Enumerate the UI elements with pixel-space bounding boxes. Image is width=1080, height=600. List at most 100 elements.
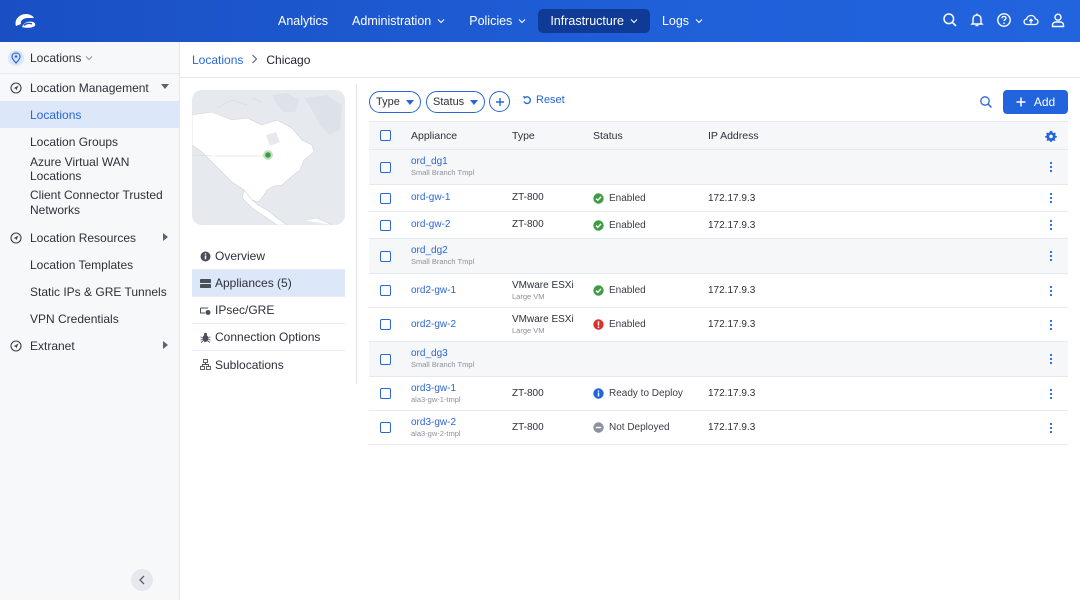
nav-logs[interactable]: Logs xyxy=(650,9,715,33)
tunnel-icon xyxy=(200,307,211,315)
row-checkbox[interactable] xyxy=(380,319,391,330)
status-text: Ready to Deploy xyxy=(609,388,683,399)
appliance-name-link[interactable]: ord3-gw-2 xyxy=(411,417,461,429)
nav-infrastructure[interactable]: Infrastructure xyxy=(538,9,650,33)
column-header-ip-address[interactable]: IP Address xyxy=(708,130,759,142)
reset-label: Reset xyxy=(536,94,565,106)
status-cell: Enabled xyxy=(593,193,646,204)
sidebar-header-locations[interactable]: Locations xyxy=(0,42,179,74)
subnav-label: Sublocations xyxy=(215,357,284,372)
more-options-icon[interactable] xyxy=(1046,353,1056,365)
collapse-sidebar-button[interactable] xyxy=(131,569,153,591)
row-checkbox[interactable] xyxy=(380,192,391,204)
bell-icon[interactable] xyxy=(969,12,985,28)
appliance-name-link[interactable]: ord-gw-2 xyxy=(411,219,450,231)
select-all-checkbox[interactable] xyxy=(380,130,391,141)
group-name-link[interactable]: ord_dg1 xyxy=(411,156,474,168)
row-checkbox[interactable] xyxy=(380,422,391,433)
search-icon[interactable] xyxy=(979,95,993,109)
group-template: Small Branch Tmpl xyxy=(411,168,475,177)
info-icon xyxy=(200,251,211,261)
navigation-compass-icon xyxy=(10,81,22,94)
status-cell: Enabled xyxy=(593,220,646,231)
nav-administration[interactable]: Administration xyxy=(340,9,457,33)
more-options-icon[interactable] xyxy=(1046,192,1056,204)
appliance-type: VMware ESXi xyxy=(512,313,574,325)
group-template: Small Branch Tmpl xyxy=(411,360,475,369)
help-icon[interactable] xyxy=(996,12,1012,28)
breadcrumb-locations-link[interactable]: Locations xyxy=(192,53,243,67)
more-options-icon[interactable] xyxy=(1046,319,1056,331)
subnav-overview[interactable]: Overview xyxy=(192,243,345,270)
info-circle-icon xyxy=(593,388,604,399)
appliance-cell: ord-gw-2 xyxy=(411,219,450,231)
add-filter-button[interactable] xyxy=(489,91,510,112)
group-name-link[interactable]: ord_dg3 xyxy=(411,348,474,360)
table-row: ord-gw-2 ZT-800 Enabled 172.17.9.3 xyxy=(369,212,1068,239)
ip-address: 172.17.9.3 xyxy=(708,192,756,204)
more-options-icon[interactable] xyxy=(1046,388,1056,400)
ip-address: 172.17.9.3 xyxy=(708,219,756,231)
sidebar-group-location-resources[interactable]: Location Resources xyxy=(0,224,179,251)
subnav-sublocations[interactable]: Sublocations xyxy=(192,351,345,378)
sidebar-item-vpn-credentials[interactable]: VPN Credentials xyxy=(0,305,179,332)
row-checkbox[interactable] xyxy=(380,353,391,365)
row-checkbox[interactable] xyxy=(380,161,391,173)
reset-filters-button[interactable]: Reset xyxy=(522,94,565,106)
subnav-connection-options[interactable]: Connection Options xyxy=(192,324,345,351)
location-map[interactable] xyxy=(192,90,345,225)
column-header-type[interactable]: Type xyxy=(512,130,535,142)
appliances-table: Appliance Type Status IP Address ord_dg1… xyxy=(369,121,1068,445)
subnav-ipsec-gre[interactable]: IPsec/GRE xyxy=(192,297,345,324)
table-group-row: ord_dg1 Small Branch Tmpl xyxy=(369,150,1068,185)
left-sidebar: Locations Location Management Locations … xyxy=(0,42,180,600)
column-header-appliance[interactable]: Appliance xyxy=(411,130,457,142)
sidebar-group-extranet[interactable]: Extranet xyxy=(0,332,179,359)
sidebar-item-azure-virtual-wan-locations[interactable]: Azure Virtual WAN Locations xyxy=(0,155,179,183)
group-name-link[interactable]: ord_dg2 xyxy=(411,245,474,257)
plus-icon xyxy=(495,97,504,106)
row-checkbox[interactable] xyxy=(380,285,391,296)
status-text: Enabled xyxy=(609,192,646,204)
column-header-status[interactable]: Status xyxy=(593,130,623,142)
sidebar-group-location-management[interactable]: Location Management xyxy=(0,74,179,101)
appliance-cell: ord3-gw-1 ala3-gw-1-tmpl xyxy=(411,383,461,405)
subnav-appliances[interactable]: Appliances (5) xyxy=(192,270,345,297)
more-options-icon[interactable] xyxy=(1046,285,1056,297)
row-checkbox[interactable] xyxy=(380,219,391,231)
minus-circle-icon xyxy=(593,422,604,433)
type-filter-dropdown[interactable]: Type xyxy=(369,91,421,113)
search-icon[interactable] xyxy=(942,12,958,28)
more-options-icon[interactable] xyxy=(1046,161,1056,173)
more-options-icon[interactable] xyxy=(1046,422,1056,434)
nav-policies[interactable]: Policies xyxy=(457,9,538,33)
status-filter-dropdown[interactable]: Status xyxy=(426,91,486,113)
type-cell: VMware ESXi Large VM xyxy=(512,314,574,336)
user-icon[interactable] xyxy=(1050,12,1066,28)
sidebar-item-locations[interactable]: Locations xyxy=(0,101,179,128)
appliance-size: Large VM xyxy=(512,325,545,335)
add-button[interactable]: Add xyxy=(1003,90,1068,114)
status-cell: Ready to Deploy xyxy=(593,388,683,399)
sidebar-item-client-connector-trusted-networks[interactable]: Client Connector Trusted Networks xyxy=(0,182,179,224)
sidebar-item-location-templates[interactable]: Location Templates xyxy=(0,251,179,278)
nav-label: Infrastructure xyxy=(550,14,624,28)
bug-icon xyxy=(200,332,211,343)
appliance-name-link[interactable]: ord-gw-1 xyxy=(411,192,450,204)
row-checkbox[interactable] xyxy=(380,250,391,262)
sidebar-item-static-ips-gre-tunnels[interactable]: Static IPs & GRE Tunnels xyxy=(0,278,179,305)
appliance-template: ala3-gw-1-tmpl xyxy=(411,394,461,404)
subnav-label: Appliances (5) xyxy=(215,276,292,290)
sidebar-item-location-groups[interactable]: Location Groups xyxy=(0,128,179,155)
nav-analytics[interactable]: Analytics xyxy=(266,9,340,33)
more-options-icon[interactable] xyxy=(1046,250,1056,262)
server-icon xyxy=(200,278,211,288)
appliance-name-link[interactable]: ord3-gw-1 xyxy=(411,383,461,395)
zscaler-logo-icon[interactable] xyxy=(12,10,38,32)
more-options-icon[interactable] xyxy=(1046,219,1056,231)
gear-icon[interactable] xyxy=(1045,130,1057,142)
cloud-upload-icon[interactable] xyxy=(1023,12,1039,28)
appliance-name-link[interactable]: ord2-gw-1 xyxy=(411,285,456,297)
row-checkbox[interactable] xyxy=(380,388,391,399)
appliance-name-link[interactable]: ord2-gw-2 xyxy=(411,319,456,331)
